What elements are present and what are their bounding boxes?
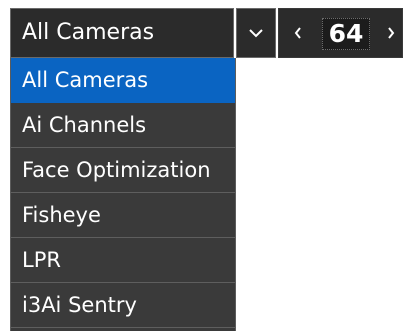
chevron-right-icon — [388, 27, 395, 39]
dropdown-option-all-cameras[interactable]: All Cameras — [11, 58, 235, 103]
camera-group-select-value: All Cameras — [22, 20, 155, 45]
chevron-left-icon — [294, 27, 301, 39]
camera-count: 64 — [322, 18, 370, 50]
camera-group-dropdown: All Cameras Ai Channels Face Optimizatio… — [10, 58, 236, 331]
next-page-button[interactable] — [382, 9, 400, 57]
dropdown-option-ai-channels[interactable]: Ai Channels — [11, 103, 235, 148]
dropdown-option-i3ai-sentry[interactable]: i3Ai Sentry — [11, 283, 235, 328]
camera-toolbar: All Cameras 64 — [0, 0, 403, 58]
dropdown-option-fisheye[interactable]: Fisheye — [11, 193, 235, 238]
dropdown-toggle-button[interactable] — [236, 8, 276, 58]
camera-pager: 64 — [278, 8, 403, 58]
chevron-down-icon — [249, 29, 263, 38]
dropdown-option-face-optimization[interactable]: Face Optimization — [11, 148, 235, 193]
camera-group-select[interactable]: All Cameras — [10, 8, 234, 58]
dropdown-option-lpr[interactable]: LPR — [11, 238, 235, 283]
previous-page-button[interactable] — [289, 9, 307, 57]
